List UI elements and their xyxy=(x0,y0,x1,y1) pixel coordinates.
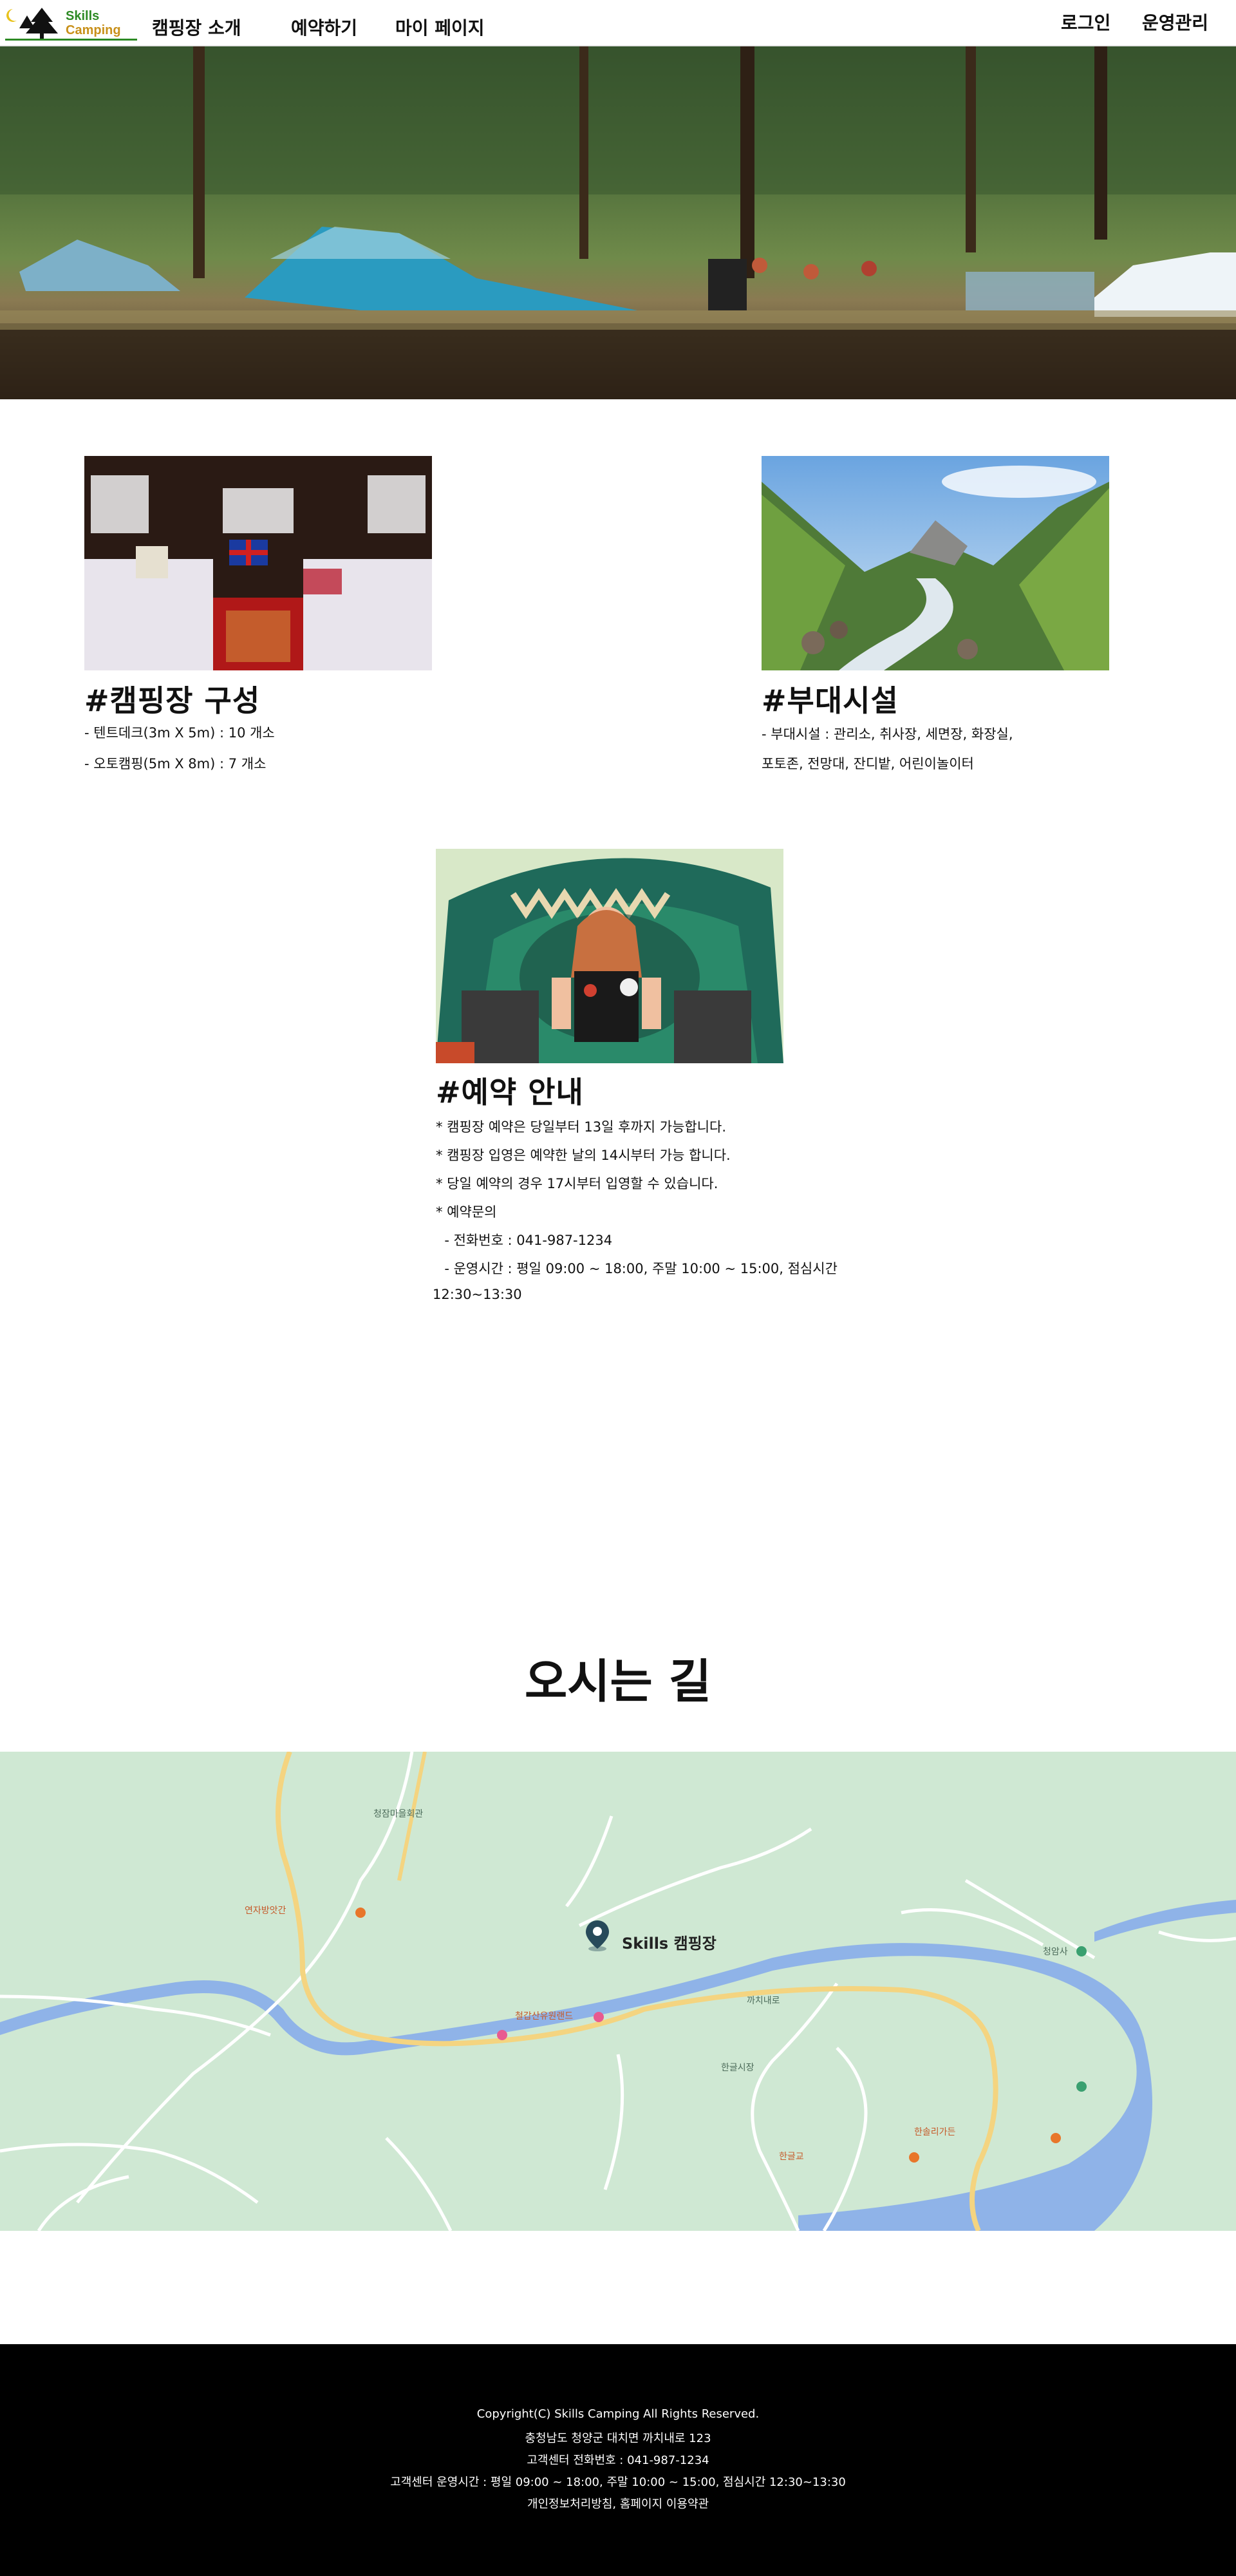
site-header: Skills Camping 캠핑장 소개 예약하기 마이 페이지 로그인 운영… xyxy=(0,0,1236,46)
footer-policy-links[interactable]: 개인정보처리방침, 홈페이지 이용약관 xyxy=(0,2495,1236,2512)
tent-person-photo xyxy=(436,849,783,1063)
nav-reservation[interactable]: 예약하기 xyxy=(291,14,357,40)
footer-copyright: Copyright(C) Skills Camping All Rights R… xyxy=(476,2407,760,2421)
map-label: 청잠마을회관 xyxy=(373,1809,424,1819)
admin-link[interactable]: 운영관리 xyxy=(1142,9,1208,35)
logo-text: Skills Camping xyxy=(66,9,121,37)
map-label: 한글시장 xyxy=(721,2063,754,2073)
facilities-line-2: 포토존, 전망대, 잔디밭, 어린이놀이터 xyxy=(762,756,974,772)
logo-underline xyxy=(5,39,137,41)
composition-line-2: - 오토캠핑(5m X 8m) : 7 개소 xyxy=(84,756,267,772)
map-label: 철갑산유원랜드 xyxy=(515,2011,574,2022)
map-marker-label[interactable]: Skills 캠핑장 xyxy=(622,1931,716,1953)
logo-line2: Camping xyxy=(66,23,121,37)
map-label: 까치내로 xyxy=(747,1996,780,2006)
location-map[interactable]: Skills 캠핑장 청잠마을회관 철갑산유원랜드 까치내로 한글시장 청암사 … xyxy=(0,1752,1236,2231)
reservation-line-2: * 캠핑장 입영은 예약한 날의 14시부터 가능 합니다. xyxy=(436,1148,731,1163)
footer-phone: 고객센터 전화번호 : 041-987-1234 xyxy=(527,2454,709,2467)
reservation-line-4: * 예약문의 xyxy=(436,1204,497,1220)
directions-title: 오시는 길 xyxy=(524,1654,712,1709)
reservation-line-1: * 캠핑장 예약은 당일부터 13일 후까지 가능합니다. xyxy=(436,1119,727,1135)
map-label: 연자방앗간 xyxy=(245,1906,286,1916)
map-marker-icon[interactable] xyxy=(585,1919,610,1953)
composition-title: #캠핑장 구성 xyxy=(84,683,261,718)
camp-interior-photo xyxy=(84,456,432,670)
login-link[interactable]: 로그인 xyxy=(1061,9,1110,35)
facilities-line-1: - 부대시설 : 관리소, 취사장, 세면장, 화장실, xyxy=(762,726,1013,742)
reservation-title: #예약 안내 xyxy=(436,1075,584,1110)
footer-hours: 고객센터 운영시간 : 평일 09:00 ~ 18:00, 주말 10:00 ~… xyxy=(390,2476,846,2489)
tree-icon xyxy=(19,8,58,39)
map-label: 한글교 xyxy=(779,2152,804,2162)
nav-camp-intro[interactable]: 캠핑장 소개 xyxy=(152,14,241,40)
nav-my-page[interactable]: 마이 페이지 xyxy=(395,14,485,40)
reservation-line-6: - 운영시간 : 평일 09:00 ~ 18:00, 주말 10:00 ~ 15… xyxy=(436,1261,838,1276)
map-label: 청암사 xyxy=(1043,1947,1068,1957)
reservation-line-5: - 전화번호 : 041-987-1234 xyxy=(436,1233,613,1248)
facilities-title: #부대시설 xyxy=(762,683,899,718)
footer-address: 충청남도 청양군 대치면 까치내로 123 xyxy=(525,2432,711,2445)
hero-banner-image xyxy=(0,46,1236,399)
reservation-line-3: * 당일 예약의 경우 17시부터 입영할 수 있습니다. xyxy=(436,1176,718,1191)
map-label: 한솔리가든 xyxy=(914,2127,956,2137)
mountain-valley-photo xyxy=(762,456,1109,670)
composition-line-1: - 텐트데크(3m X 5m) : 10 개소 xyxy=(84,725,275,741)
logo-line1: Skills xyxy=(66,9,100,23)
moon-icon xyxy=(6,9,17,22)
reservation-line-7: 12:30~13:30 xyxy=(433,1287,522,1302)
site-logo[interactable]: Skills Camping xyxy=(5,5,137,43)
site-footer: Copyright(C) Skills Camping All Rights R… xyxy=(0,2344,1236,2576)
